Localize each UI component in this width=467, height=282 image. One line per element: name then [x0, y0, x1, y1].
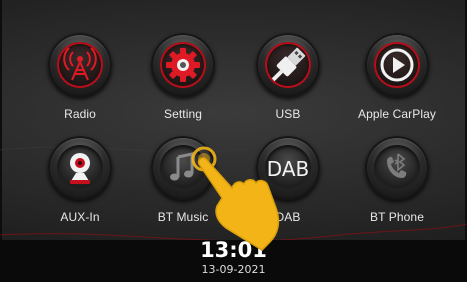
gear-icon — [166, 48, 200, 82]
apple-carplay-button[interactable] — [365, 33, 429, 97]
setting-button[interactable] — [151, 33, 215, 97]
app-label-aux-in: AUX-In — [60, 210, 100, 224]
app-label-usb: USB — [275, 107, 301, 121]
app-label-setting: Setting — [163, 107, 203, 121]
bt-music-button[interactable] — [151, 136, 215, 200]
app-label-radio: Radio — [64, 107, 96, 121]
dab-button[interactable]: DAB — [256, 136, 320, 200]
home-screen: Radio Setting USB Apple CarPlay AUX-In B… — [0, 0, 467, 282]
bt-phone-button[interactable] — [365, 136, 429, 200]
radio-antenna-icon — [63, 47, 97, 81]
aux-webcam-icon — [70, 153, 90, 184]
music-note-icon — [170, 152, 194, 181]
usb-plug-icon — [271, 47, 306, 82]
usb-button[interactable] — [256, 33, 320, 97]
bluetooth-phone-icon — [387, 153, 407, 178]
aux-in-button[interactable] — [48, 136, 112, 200]
clock-time: 13:01 — [200, 238, 267, 262]
app-tile-setting[interactable]: Setting — [128, 33, 238, 133]
app-tile-usb[interactable]: USB — [233, 33, 343, 133]
radio-button[interactable] — [48, 33, 112, 97]
app-tile-bt-phone[interactable]: BT Phone — [342, 136, 452, 236]
app-tile-aux-in[interactable]: AUX-In — [25, 136, 135, 236]
app-tile-dab[interactable]: DAB DAB — [233, 136, 343, 236]
carplay-play-icon — [380, 48, 414, 82]
app-label-bt-phone: BT Phone — [370, 210, 424, 224]
app-label-bt-music: BT Music — [157, 210, 209, 224]
app-label-apple-carplay: Apple CarPlay — [357, 107, 436, 121]
app-tile-apple-carplay[interactable]: Apple CarPlay — [342, 33, 452, 133]
clock-date: 13-09-2021 — [201, 263, 266, 276]
dab-icon-text: DAB — [266, 157, 310, 181]
app-tile-radio[interactable]: Radio — [25, 33, 135, 133]
app-tile-bt-music[interactable]: BT Music — [128, 136, 238, 236]
app-label-dab: DAB — [275, 210, 301, 224]
